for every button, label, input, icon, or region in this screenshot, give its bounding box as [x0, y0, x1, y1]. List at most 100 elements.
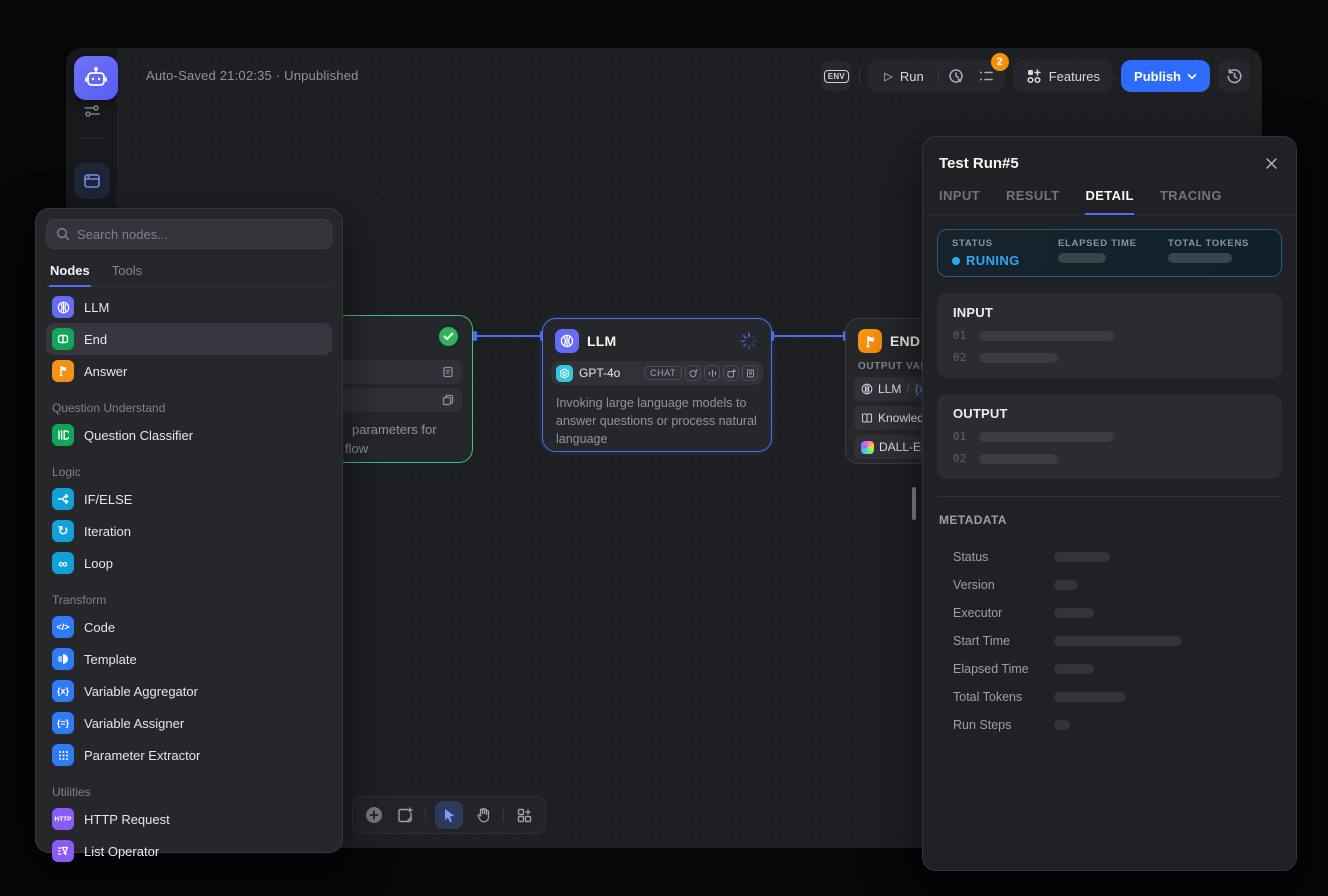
edge-llm-to-end[interactable]	[772, 335, 845, 337]
document-capability-icon	[742, 365, 758, 381]
test-run-title: Test Run#5	[939, 155, 1019, 172]
output-skeleton	[979, 432, 1114, 442]
input-card-title: INPUT	[953, 305, 1266, 320]
paragraph-icon	[442, 366, 454, 378]
list-operator-icon	[52, 840, 74, 862]
notification-badge: 2	[991, 53, 1009, 71]
edge-start-to-llm[interactable]	[475, 335, 542, 337]
node-item-if-else[interactable]: IF/ELSE	[46, 483, 332, 515]
output-row-2: 02	[953, 452, 1266, 465]
robot-icon	[83, 65, 109, 91]
node-item-iteration[interactable]: ↻ Iteration	[46, 515, 332, 547]
copy-icon	[442, 394, 454, 406]
metadata-row-elapsed-time: Elapsed Time	[937, 655, 1282, 683]
run-button-label: Run	[900, 69, 924, 84]
section-question-understand: Question Understand	[46, 393, 332, 419]
vision-capability-icon	[685, 365, 701, 381]
search-input[interactable]	[77, 227, 322, 242]
node-item-variable-assigner[interactable]: {=} Variable Assigner	[46, 707, 332, 739]
close-icon[interactable]	[1263, 155, 1280, 172]
end-row-label: LLM	[878, 382, 901, 396]
node-item-llm[interactable]: LLM	[46, 291, 332, 323]
version-history-button[interactable]	[1218, 60, 1250, 92]
cursor-icon	[442, 808, 456, 823]
history-icon	[1226, 68, 1243, 85]
end-row-label: Knowled	[878, 411, 924, 425]
add-note-button[interactable]	[394, 804, 416, 826]
input-card: INPUT 01 02	[937, 293, 1282, 378]
env-button[interactable]: ENV	[821, 61, 851, 91]
test-run-body: STATUS RUNING ELAPSED TIME TOTAL TOKENS …	[923, 215, 1296, 753]
status-value: RUNING	[966, 253, 1020, 268]
page: Auto-Saved 21:02:35 · Unpublished ENV ▷ …	[0, 0, 1328, 896]
autosave-status: Auto-Saved 21:02:35 · Unpublished	[146, 68, 359, 83]
book-icon	[861, 412, 873, 424]
run-history-button[interactable]	[941, 60, 971, 92]
node-item-loop[interactable]: ∞ Loop	[46, 547, 332, 579]
hand-mode-button[interactable]	[472, 804, 494, 826]
dalle-icon	[861, 441, 874, 454]
features-button[interactable]: Features	[1013, 60, 1113, 92]
input-row-2: 02	[953, 351, 1266, 364]
node-item-list-operator[interactable]: List Operator	[46, 835, 332, 867]
node-item-code[interactable]: </> Code	[46, 611, 332, 643]
success-check-icon	[439, 327, 458, 346]
total-tokens-skeleton	[1168, 253, 1232, 263]
pointer-mode-button[interactable]	[435, 801, 463, 829]
node-search-panel: Nodes Tools LLM End Answer	[35, 208, 343, 853]
node-panel-tabs: Nodes Tools	[46, 257, 332, 287]
app-logo-button[interactable]	[74, 56, 118, 100]
elapsed-time-label: ELAPSED TIME	[1058, 238, 1168, 249]
llm-model-selector[interactable]: GPT-4o CHAT	[551, 361, 763, 385]
preview-panel-button[interactable]	[74, 163, 110, 199]
node-item-label: Template	[84, 652, 137, 667]
tab-input[interactable]: INPUT	[939, 188, 980, 214]
metadata-divider	[937, 496, 1282, 497]
node-item-end[interactable]: End	[46, 323, 332, 355]
metadata-skeleton	[1054, 664, 1094, 674]
node-item-label: Variable Assigner	[84, 716, 184, 731]
node-item-template[interactable]: Template	[46, 643, 332, 675]
llm-node-title: LLM	[587, 333, 616, 349]
features-button-label: Features	[1049, 69, 1100, 84]
http-request-icon: HTTP	[52, 808, 74, 830]
llm-icon	[52, 296, 74, 318]
tab-nodes[interactable]: Nodes	[49, 257, 91, 287]
node-item-variable-aggregator[interactable]: {x} Variable Aggregator	[46, 675, 332, 707]
organize-nodes-button[interactable]	[513, 804, 535, 826]
line-number: 02	[953, 351, 966, 364]
running-spinner-icon	[739, 331, 759, 351]
node-search-box[interactable]	[46, 219, 332, 249]
run-button[interactable]: ▷ Run	[872, 60, 935, 92]
iteration-icon: ↻	[52, 520, 74, 542]
canvas-scrollbar-handle[interactable]	[912, 487, 916, 520]
metadata-skeleton	[1054, 692, 1126, 702]
workflow-settings-button[interactable]	[81, 100, 103, 122]
end-row-label: DALL-E	[879, 440, 921, 454]
node-item-answer[interactable]: Answer	[46, 355, 332, 387]
publish-button[interactable]: Publish	[1121, 60, 1210, 92]
topbar-separator	[859, 68, 860, 84]
tool-capability-icon	[723, 365, 739, 381]
metadata-rows: Status Version Executor Start Time Elaps…	[937, 543, 1282, 739]
metadata-skeleton	[1054, 552, 1110, 562]
node-item-http-request[interactable]: HTTP HTTP Request	[46, 803, 332, 835]
if-else-icon	[52, 488, 74, 510]
tab-tracing[interactable]: TRACING	[1160, 188, 1222, 214]
tab-tools[interactable]: Tools	[111, 257, 143, 286]
loop-icon: ∞	[52, 552, 74, 574]
metadata-skeleton	[1054, 608, 1094, 618]
audio-capability-icon	[704, 365, 720, 381]
template-icon	[52, 648, 74, 670]
metadata-title: METADATA	[939, 513, 1282, 527]
line-number: 01	[953, 430, 966, 443]
start-node-description-line2: flow	[345, 439, 368, 458]
node-item-question-classifier[interactable]: Question Classifier	[46, 419, 332, 451]
add-node-button[interactable]	[363, 804, 385, 826]
tab-detail[interactable]: DETAIL	[1085, 188, 1133, 215]
llm-node[interactable]: LLM GPT-4o CHA	[542, 318, 772, 452]
total-tokens-label: TOTAL TOKENS	[1168, 238, 1267, 249]
tab-result[interactable]: RESULT	[1006, 188, 1059, 214]
node-item-parameter-extractor[interactable]: Parameter Extractor	[46, 739, 332, 771]
run-group-separator	[938, 69, 939, 83]
